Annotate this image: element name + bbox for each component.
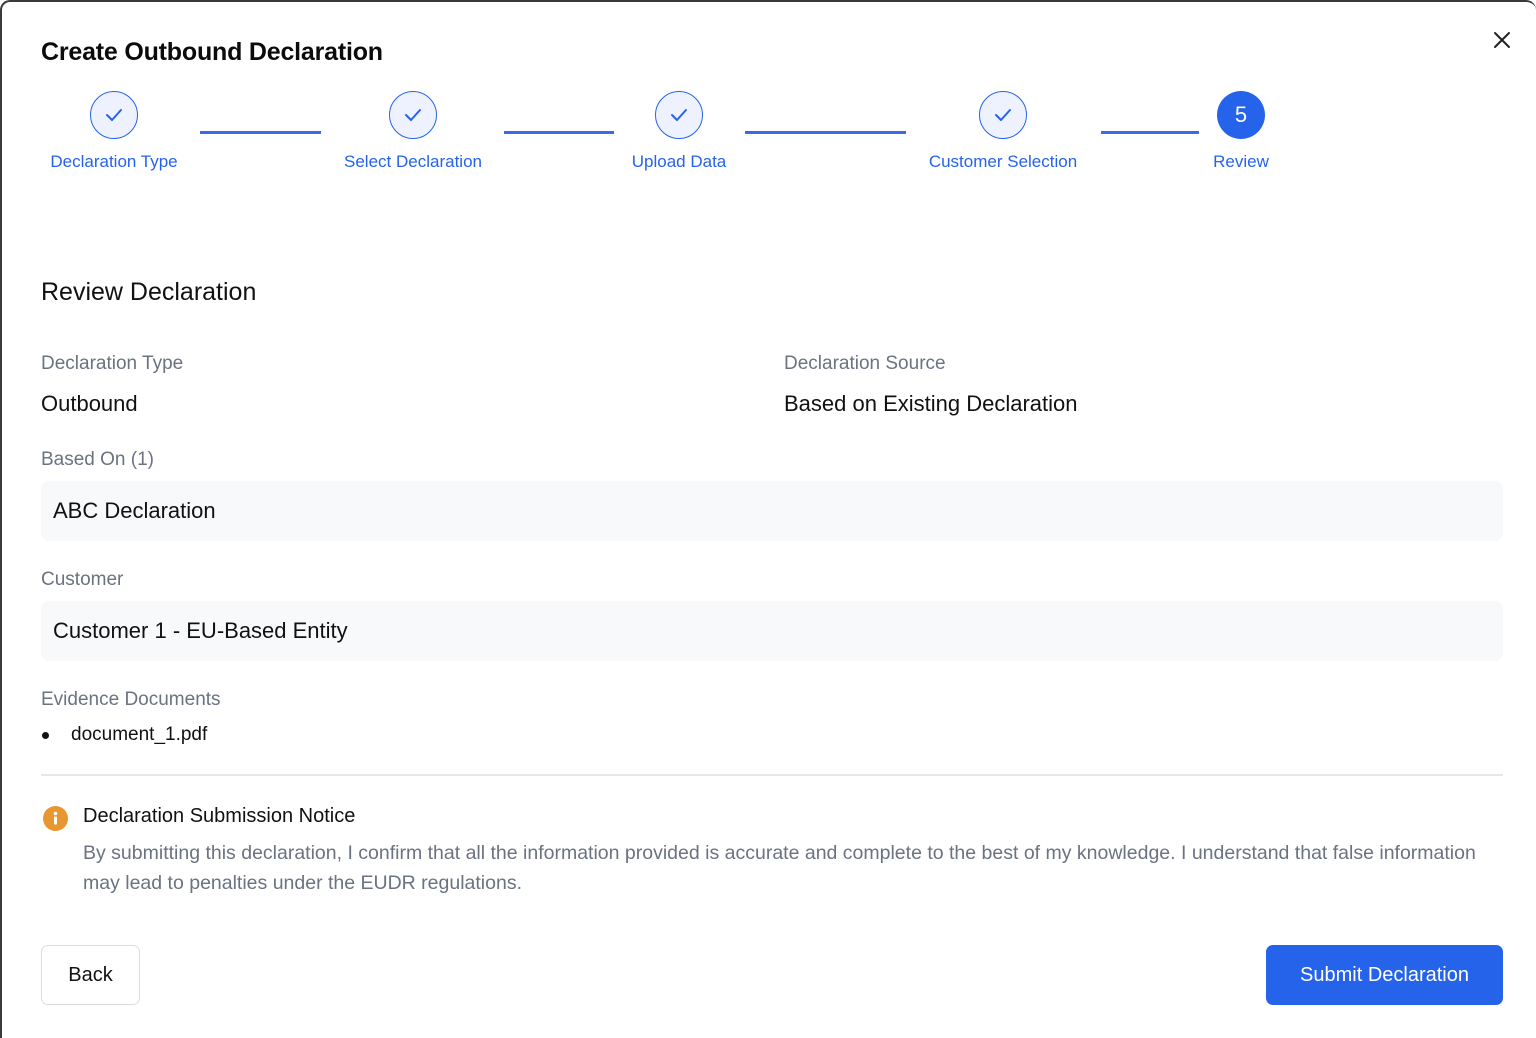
check-icon (671, 109, 687, 121)
declaration-type-label: Declaration Type (41, 353, 184, 374)
bullet-icon (42, 731, 49, 739)
info-icon (43, 806, 68, 831)
notice-title: Declaration Submission Notice (83, 805, 356, 827)
evidence-documents-list: document_1.pdf (41, 724, 207, 746)
notice-text: By submitting this declaration, I confir… (83, 842, 1476, 894)
step-5-label[interactable]: Review (1213, 152, 1269, 172)
close-icon (1494, 32, 1510, 48)
based-on-value: ABC Declaration (41, 481, 1503, 541)
step-2-label[interactable]: Select Declaration (344, 152, 482, 172)
divider (41, 774, 1503, 776)
declaration-type-value: Outbound (41, 391, 138, 416)
back-button[interactable]: Back (41, 945, 140, 1005)
section-title: Review Declaration (41, 278, 257, 306)
step-connector (1101, 131, 1199, 134)
declaration-source-label: Declaration Source (784, 353, 946, 374)
step-2-circle[interactable] (389, 91, 437, 139)
step-4-label[interactable]: Customer Selection (929, 152, 1077, 172)
step-4-circle[interactable] (979, 91, 1027, 139)
check-icon (995, 109, 1011, 121)
customer-label: Customer (41, 569, 124, 590)
step-5-circle[interactable]: 5 (1217, 91, 1265, 139)
step-1-label[interactable]: Declaration Type (50, 152, 177, 172)
document-name: document_1.pdf (71, 724, 208, 745)
step-1-circle[interactable] (90, 91, 138, 139)
based-on-label: Based On (1) (41, 449, 154, 470)
submit-declaration-button[interactable]: Submit Declaration (1266, 945, 1503, 1005)
check-icon (405, 109, 421, 121)
step-3-circle[interactable] (655, 91, 703, 139)
step-connector (745, 131, 906, 134)
customer-value: Customer 1 - EU-Based Entity (41, 601, 1503, 661)
check-icon (106, 109, 122, 121)
step-connector (200, 131, 321, 134)
declaration-source-value: Based on Existing Declaration (784, 391, 1078, 416)
list-item: document_1.pdf (41, 724, 207, 746)
step-connector (504, 131, 614, 134)
dialog-title: Create Outbound Declaration (41, 38, 383, 66)
evidence-documents-label: Evidence Documents (41, 689, 221, 710)
close-button[interactable] (1488, 26, 1516, 54)
create-declaration-dialog: Create Outbound Declaration Declaration … (0, 0, 1536, 1038)
step-3-label[interactable]: Upload Data (632, 152, 727, 172)
